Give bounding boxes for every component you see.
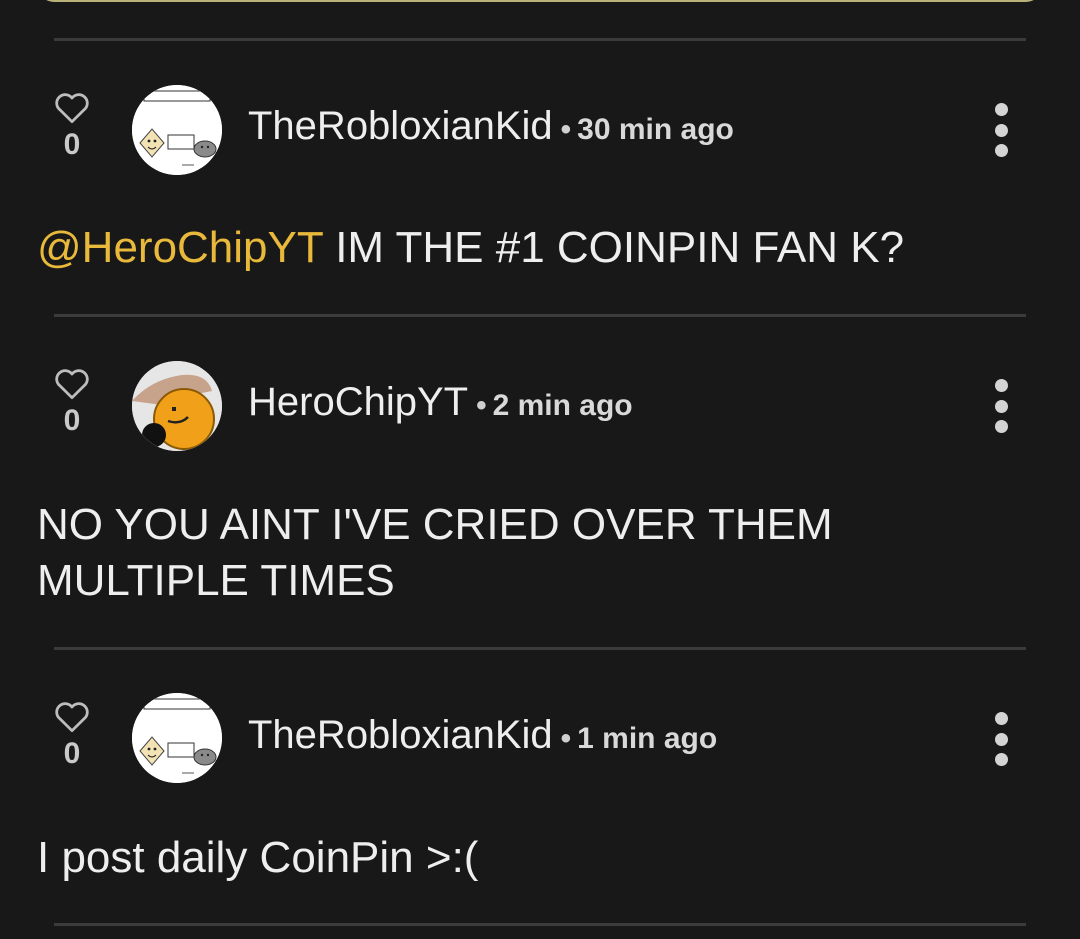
username[interactable]: TheRobloxianKid <box>248 713 553 758</box>
more-options-button[interactable] <box>988 103 1014 157</box>
avatar[interactable] <box>132 361 222 451</box>
heart-outline-icon <box>55 93 89 124</box>
more-vertical-icon <box>994 379 1008 392</box>
timestamp: 30 min ago <box>577 113 734 146</box>
divider <box>54 923 1026 926</box>
like-button[interactable]: 0 <box>52 90 92 162</box>
username[interactable]: TheRobloxianKid <box>248 104 553 149</box>
avatar[interactable] <box>132 693 222 783</box>
comment-header: HeroChipYT • 2 min ago <box>248 380 633 425</box>
timestamp: 2 min ago <box>492 389 633 422</box>
more-vertical-icon-dot <box>994 753 1008 766</box>
more-options-button[interactable] <box>988 379 1014 433</box>
like-count: 0 <box>63 404 81 437</box>
more-vertical-icon-dot <box>994 732 1008 746</box>
username[interactable]: HeroChipYT <box>248 380 468 425</box>
comment-body: NO YOU AINT I'VE CRIED OVER THEM MULTIPL… <box>37 500 833 605</box>
more-vertical-icon <box>994 712 1008 725</box>
avatar[interactable] <box>132 85 222 175</box>
comment-body: IM THE #1 COINPIN FAN K? <box>322 223 905 272</box>
heart-outline-icon <box>55 702 89 733</box>
divider <box>54 314 1026 317</box>
more-vertical-icon <box>994 103 1008 116</box>
more-vertical-icon-dot <box>994 144 1008 157</box>
like-count: 0 <box>63 737 81 770</box>
more-vertical-icon-dot <box>994 420 1008 433</box>
heart-outline-icon <box>55 369 89 400</box>
like-button[interactable]: 0 <box>52 366 92 438</box>
mention-link[interactable]: @HeroChipYT <box>37 223 323 272</box>
more-vertical-icon-dot <box>994 399 1008 413</box>
separator-dot: • <box>560 113 572 146</box>
like-count: 0 <box>63 128 81 161</box>
separator-dot: • <box>560 722 572 755</box>
comment-header: TheRobloxianKid • 30 min ago <box>248 104 734 149</box>
avatar-image <box>132 85 222 175</box>
avatar-image <box>132 693 222 783</box>
comment-text: I post daily CoinPin >:( <box>37 830 1037 886</box>
timestamp: 1 min ago <box>577 722 718 755</box>
comment-text: @HeroChipYT IM THE #1 COINPIN FAN K? <box>37 220 1037 276</box>
divider <box>54 38 1026 41</box>
comment-text: NO YOU AINT I'VE CRIED OVER THEM MULTIPL… <box>37 497 897 609</box>
top-banner <box>38 0 1042 2</box>
comment-body: I post daily CoinPin >:( <box>37 833 479 882</box>
more-vertical-icon-dot <box>994 123 1008 137</box>
separator-dot: • <box>476 389 487 422</box>
divider <box>54 647 1026 650</box>
comment-header: TheRobloxianKid • 1 min ago <box>248 713 717 758</box>
more-options-button[interactable] <box>988 712 1014 766</box>
avatar-image <box>132 361 222 451</box>
like-button[interactable]: 0 <box>52 699 92 771</box>
